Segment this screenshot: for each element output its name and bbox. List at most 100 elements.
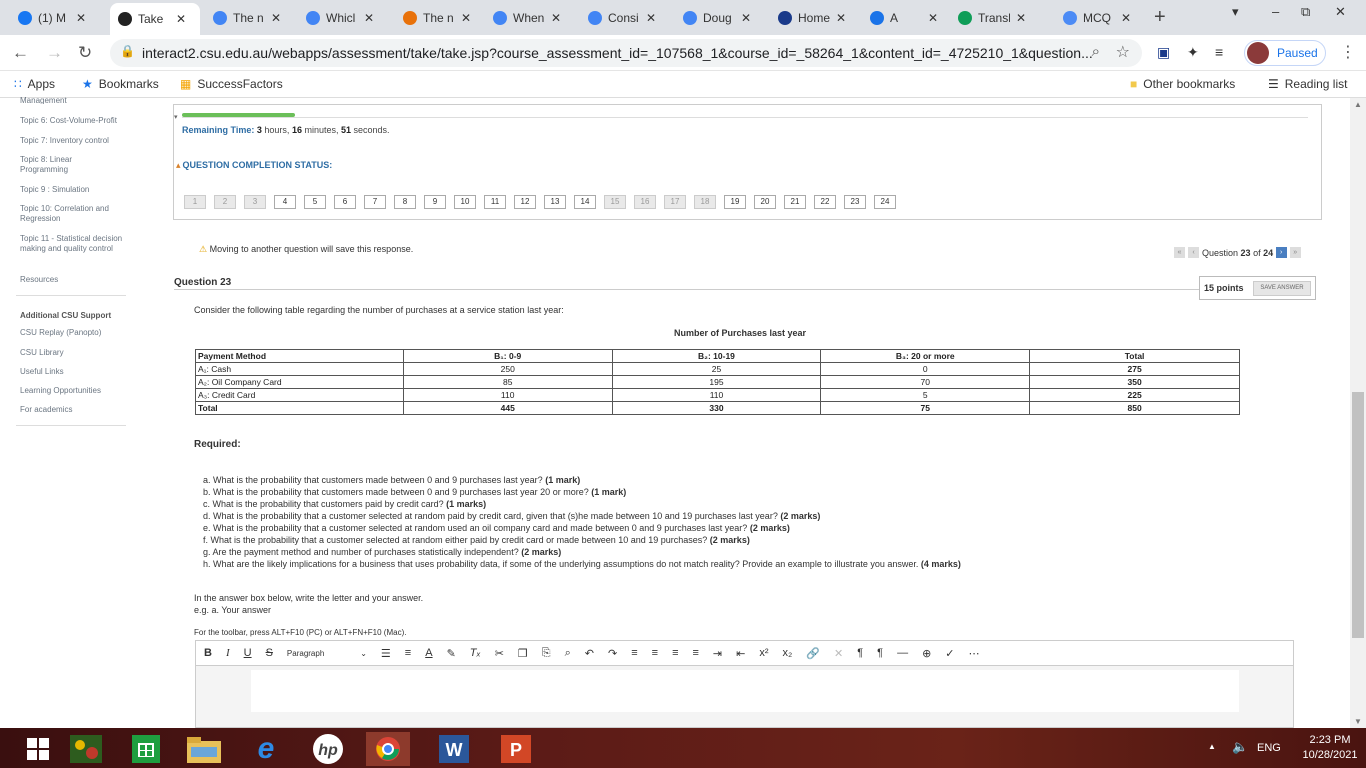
question-number-button[interactable]: 20 (754, 195, 776, 209)
close-tab-icon[interactable]: ✕ (1121, 11, 1131, 25)
paragraph-select[interactable]: Paragraph ⌄ (287, 649, 367, 658)
more-options-icon[interactable]: ⋯ (969, 647, 980, 660)
collapse-arrow-icon[interactable]: ▾ (174, 113, 178, 121)
superscript-icon[interactable]: x² (759, 647, 768, 659)
show-hidden-icons[interactable]: ▲ (1208, 742, 1216, 751)
question-number-button[interactable]: 8 (394, 195, 416, 209)
question-number-button[interactable]: 5 (304, 195, 326, 209)
question-number-button[interactable]: 13 (544, 195, 566, 209)
bookmark-star-icon[interactable]: ☆ (1116, 42, 1130, 62)
question-number-button[interactable]: 3 (244, 195, 266, 209)
close-tab-icon[interactable]: ✕ (364, 11, 374, 25)
close-tab-icon[interactable]: ✕ (271, 11, 281, 25)
close-tab-icon[interactable]: ✕ (928, 11, 938, 25)
page-scrollbar[interactable]: ▲ ▼ (1350, 98, 1366, 728)
language-indicator[interactable]: ENG (1257, 742, 1281, 754)
chrome-icon[interactable] (366, 732, 410, 766)
question-number-button[interactable]: 12 (514, 195, 536, 209)
justify-icon[interactable]: ≡ (692, 647, 698, 659)
scroll-down-icon[interactable]: ▼ (1354, 717, 1362, 726)
horizontal-line-icon[interactable]: — (897, 647, 908, 659)
browser-menu-icon[interactable]: ⋮ (1340, 42, 1356, 62)
font-color-icon[interactable]: A (425, 647, 432, 659)
course-menu-item[interactable]: Management (20, 96, 130, 104)
browser-tab[interactable]: Take ✕ (110, 3, 200, 35)
save-answer-button[interactable]: SAVE ANSWER (1253, 281, 1311, 296)
forward-icon[interactable]: → (46, 43, 63, 63)
extension-icon[interactable]: ▣ (1157, 44, 1170, 61)
support-link[interactable]: Learning Opportunities (20, 386, 130, 396)
browser-tab[interactable]: Consi ✕ (580, 5, 670, 31)
new-tab-button[interactable]: + (1154, 6, 1166, 29)
question-number-button[interactable]: 4 (274, 195, 296, 209)
clear-format-icon[interactable]: Tₓ (470, 647, 481, 659)
close-tab-icon[interactable]: ✕ (836, 11, 846, 25)
support-link[interactable]: CSU Library (20, 348, 130, 358)
align-center-icon[interactable]: ≡ (652, 647, 658, 659)
question-number-button[interactable]: 19 (724, 195, 746, 209)
course-menu-item[interactable]: Topic 7: Inventory control (20, 136, 130, 146)
restore-icon[interactable]: ⧉ (1301, 4, 1310, 20)
question-number-button[interactable]: 23 (844, 195, 866, 209)
browser-tab[interactable]: The n ✕ (205, 5, 293, 31)
previous-question-icon[interactable]: ‹ (1188, 247, 1199, 258)
url-text[interactable]: interact2.csu.edu.au/webapps/assessment/… (142, 45, 1093, 61)
close-tab-icon[interactable]: ✕ (1016, 11, 1026, 25)
browser-tab[interactable]: When ✕ (485, 5, 575, 31)
bullet-list-icon[interactable]: ☰ (381, 647, 391, 660)
outdent-icon[interactable]: ⇤ (736, 647, 745, 660)
question-number-button[interactable]: 14 (574, 195, 596, 209)
course-menu-item[interactable]: Topic 9 : Simulation (20, 185, 130, 195)
question-number-button[interactable]: 2 (214, 195, 236, 209)
question-number-button[interactable]: 7 (364, 195, 386, 209)
indent-icon[interactable]: ⇥ (713, 647, 722, 660)
bookmark-other[interactable]: ■ Other bookmarks (1130, 77, 1235, 91)
question-number-button[interactable]: 6 (334, 195, 356, 209)
undo-icon[interactable]: ↶ (585, 647, 594, 660)
course-menu-item[interactable]: Topic 10: Correlation and Regression (20, 204, 120, 224)
close-tab-icon[interactable]: ✕ (646, 11, 656, 25)
question-number-button[interactable]: 18 (694, 195, 716, 209)
next-question-icon[interactable]: › (1275, 247, 1287, 258)
windows-start-icon[interactable] (16, 732, 60, 766)
answer-text-area[interactable] (251, 670, 1239, 712)
question-number-button[interactable]: 17 (664, 195, 686, 209)
question-number-button[interactable]: 24 (874, 195, 896, 209)
copy-icon[interactable]: ❐ (518, 647, 528, 660)
align-left-icon[interactable]: ≡ (631, 647, 637, 659)
numbered-list-icon[interactable]: ≡ (405, 647, 411, 659)
question-number-button[interactable]: 11 (484, 195, 506, 209)
close-tab-icon[interactable]: ✕ (741, 11, 751, 25)
italic-icon[interactable]: I (226, 647, 230, 659)
internet-explorer-icon[interactable]: e (244, 732, 288, 766)
browser-tab[interactable]: MCQ ✕ (1055, 5, 1145, 31)
close-tab-icon[interactable]: ✕ (176, 12, 186, 26)
subscript-icon[interactable]: x₂ (783, 647, 793, 659)
completion-status-toggle[interactable]: ▴ QUESTION COMPLETION STATUS: (176, 160, 332, 171)
spellcheck-icon[interactable]: ✓ (945, 647, 954, 660)
insert-content-icon[interactable]: ⊕ (922, 647, 931, 660)
course-menu-item[interactable]: Resources (20, 275, 130, 285)
back-icon[interactable]: ← (12, 43, 29, 63)
find-icon[interactable]: ⌕ (565, 647, 571, 660)
close-tab-icon[interactable]: ✕ (461, 11, 471, 25)
support-link[interactable]: Useful Links (20, 367, 130, 377)
browser-tab[interactable]: (1) M ✕ (10, 5, 105, 31)
media-icon[interactable]: ≡ (1215, 44, 1223, 60)
game-app-icon[interactable] (64, 732, 108, 766)
support-link[interactable]: For academics (20, 405, 130, 415)
answer-editor[interactable] (195, 666, 1294, 728)
bookmark-apps[interactable]: ∷ Apps (14, 77, 55, 91)
browser-tab[interactable]: Home ✕ (770, 5, 855, 31)
course-menu-item[interactable]: Topic 6: Cost-Volume-Profit (20, 116, 130, 126)
hp-icon[interactable]: hp (306, 732, 350, 766)
strikethrough-icon[interactable]: S (266, 647, 273, 659)
last-question-icon[interactable]: » (1289, 247, 1301, 258)
ltr-icon[interactable]: ¶ (857, 647, 863, 659)
volume-icon[interactable]: 🔈 (1232, 739, 1248, 755)
underline-icon[interactable]: U (244, 647, 252, 659)
link-icon[interactable]: 🔗 (806, 647, 820, 660)
browser-tab[interactable]: Whicl ✕ (298, 5, 390, 31)
browser-tab[interactable]: Transl ✕ (950, 5, 1050, 31)
question-number-button[interactable]: 10 (454, 195, 476, 209)
